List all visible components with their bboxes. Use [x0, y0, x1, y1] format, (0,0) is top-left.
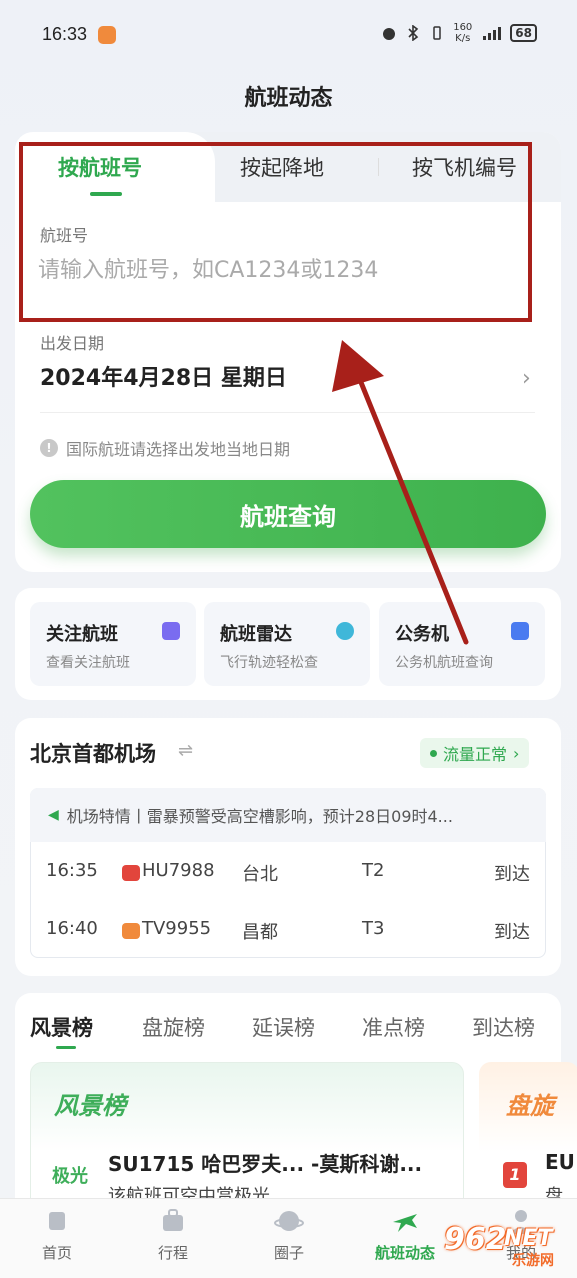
nav-label: 圈子 — [273, 1244, 304, 1262]
info-icon: ! — [40, 439, 58, 457]
tab-arrival-ranking[interactable]: 到达榜 — [472, 1012, 535, 1042]
annotation-highlight-box — [19, 142, 532, 322]
flight-number: HU7988 — [142, 860, 215, 881]
tab-delay-ranking[interactable]: 延误榜 — [252, 1012, 315, 1042]
flight-city: 昌都 — [242, 922, 278, 943]
battery-indicator: 68 — [510, 24, 537, 42]
planet-icon — [274, 1211, 304, 1231]
rank-number-badge: 1 — [503, 1162, 527, 1188]
nav-trips[interactable]: 行程 — [128, 1206, 218, 1263]
chevron-right-icon[interactable]: › — [522, 366, 531, 391]
quick-link-subtitle: 飞行轨迹轻松查 — [220, 655, 318, 671]
airplane-icon — [393, 1214, 417, 1232]
flight-time: 16:40 — [46, 918, 98, 939]
vibrate-icon — [433, 26, 441, 40]
ticket-icon — [162, 622, 180, 640]
flight-status: 到达 — [494, 864, 530, 885]
rank-tab-indicator — [56, 1046, 76, 1049]
speaker-icon: ◀ — [48, 807, 59, 823]
nav-home[interactable]: 首页 — [12, 1206, 102, 1263]
page-title: 航班动态 — [244, 86, 333, 111]
quick-link-subtitle: 公务机航班查询 — [395, 655, 493, 671]
traffic-status-badge[interactable]: 流量正常 › — [420, 738, 530, 768]
airline-logo-icon — [122, 923, 140, 939]
ranked-flight: SU1715 哈巴罗夫... -莫斯科谢... — [108, 1152, 423, 1176]
nav-flight-status[interactable]: 航班动态 — [360, 1206, 450, 1263]
quick-link-flight-radar[interactable]: 航班雷达 飞行轨迹轻松查 — [204, 602, 370, 686]
status-bar: 16:33 160 K/s 68 — [0, 0, 577, 72]
app-notification-icon — [98, 26, 116, 44]
holding-panel-title: 盘旋 — [506, 1092, 554, 1120]
flight-number: TV9955 — [142, 918, 212, 939]
tip-text: 国际航班请选择出发地当地日期 — [66, 440, 291, 459]
nav-label: 航班动态 — [374, 1244, 435, 1262]
departure-date-label: 出发日期 — [40, 334, 105, 353]
watermark-site: 乐游网 — [512, 1253, 554, 1269]
airport-notice[interactable]: ◀ 机场特情丨雷暴预警受高空槽影响，预计28日09时4... — [30, 788, 546, 842]
quick-link-subtitle: 查看关注航班 — [46, 655, 130, 671]
status-time: 16:33 — [42, 24, 88, 44]
watermark-number: 962 — [444, 1222, 507, 1257]
status-indicators: 160 K/s 68 — [381, 22, 537, 44]
nav-label: 行程 — [157, 1244, 188, 1262]
bluetooth-icon — [408, 25, 419, 41]
tab-ontime-ranking[interactable]: 准点榜 — [362, 1012, 425, 1042]
radar-icon — [336, 622, 354, 640]
divider — [40, 412, 535, 413]
suitcase-icon — [163, 1209, 183, 1231]
airline-logo-icon — [122, 865, 140, 881]
ranked-flight: EU — [545, 1150, 575, 1174]
chevron-right-icon: › — [513, 743, 520, 763]
notice-text: 机场特情丨雷暴预警受高空槽影响，预计28日09时4... — [66, 807, 453, 826]
international-tip: ! 国际航班请选择出发地当地日期 — [40, 436, 290, 460]
airport-flight-row[interactable]: 16:35 HU7988 台北 T2 到达 — [46, 860, 536, 890]
site-watermark: 962 NET 乐游网 — [444, 1222, 566, 1272]
tab-holding-ranking[interactable]: 盘旋榜 — [142, 1012, 205, 1042]
tab-scenery-ranking[interactable]: 风景榜 — [30, 1012, 93, 1042]
airport-name[interactable]: 北京首都机场 — [30, 738, 156, 768]
search-icon — [511, 622, 529, 640]
nav-community[interactable]: 圈子 — [244, 1206, 334, 1263]
alarm-icon — [383, 28, 396, 40]
signal-icon — [483, 27, 502, 40]
traffic-status-text: 流量正常 — [443, 745, 508, 764]
flight-status: 到达 — [494, 922, 530, 943]
home-icon — [49, 1212, 65, 1230]
flight-time: 16:35 — [46, 860, 98, 881]
status-dot-icon — [430, 749, 437, 757]
swap-icon[interactable]: ⇌ — [178, 740, 193, 761]
watermark-suffix: NET — [504, 1226, 553, 1251]
flight-terminal: T3 — [362, 918, 385, 939]
quick-link-business-jet[interactable]: 公务机 公务机航班查询 — [379, 602, 545, 686]
flight-city: 台北 — [242, 864, 278, 885]
departure-date-value[interactable]: 2024年4月28日 星期日 — [40, 360, 287, 392]
flight-query-button[interactable]: 航班查询 — [30, 480, 546, 548]
airport-flight-row[interactable]: 16:40 TV9955 昌都 T3 到达 — [46, 918, 536, 948]
flight-terminal: T2 — [362, 860, 385, 881]
nav-label: 首页 — [41, 1244, 72, 1262]
quick-link-followed-flights[interactable]: 关注航班 查看关注航班 — [30, 602, 196, 686]
aurora-tag: 极光 — [52, 1166, 88, 1187]
net-speed: 160 K/s — [453, 22, 473, 44]
scenery-panel-title: 风景榜 — [54, 1092, 126, 1120]
